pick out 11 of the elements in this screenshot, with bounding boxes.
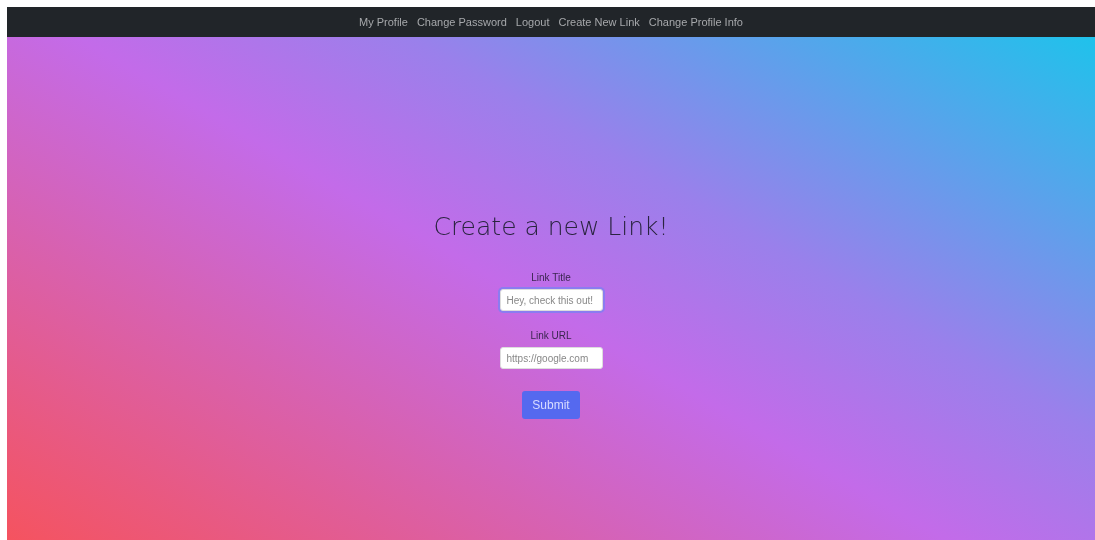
input-field[interactable]: Hey, check this out! xyxy=(499,289,603,311)
nav-link[interactable]: Create New Link xyxy=(558,16,640,28)
submit-button[interactable]: Submit xyxy=(522,391,580,419)
page-heading: Create a new Link! xyxy=(433,212,669,241)
input-field[interactable]: https://google.com xyxy=(499,347,603,369)
field-label: Link URL xyxy=(530,330,572,341)
nav-link[interactable]: My Profile xyxy=(359,16,408,28)
field-label: Link Title xyxy=(531,272,571,283)
nav-link[interactable]: Logout xyxy=(515,16,550,28)
nav-link[interactable]: Change Password xyxy=(416,16,507,28)
nav-link[interactable]: Change Profile Info xyxy=(648,16,743,28)
